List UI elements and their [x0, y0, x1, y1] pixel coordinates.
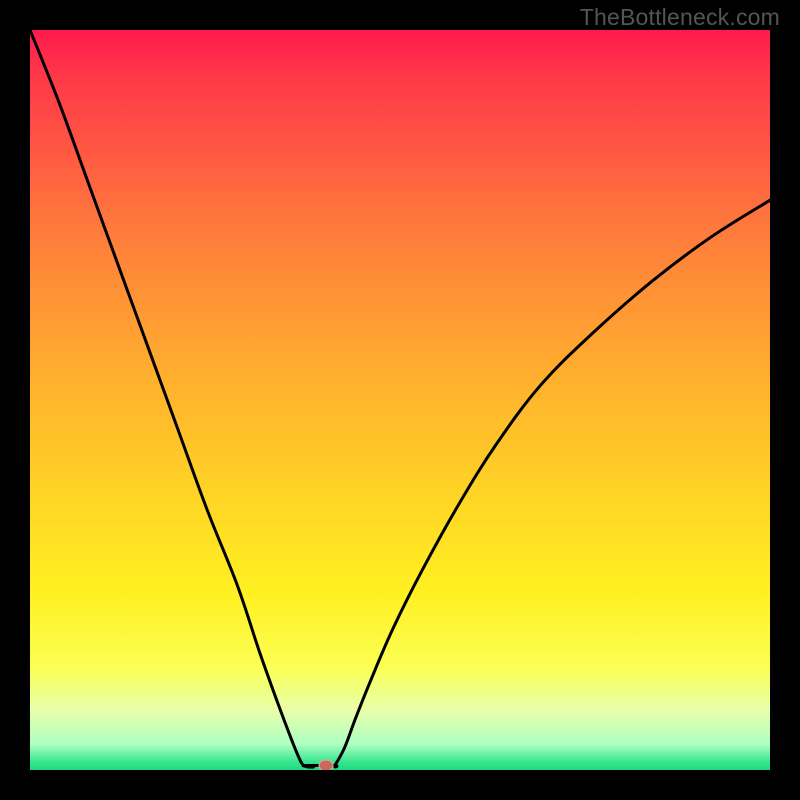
- curve-overlay: [30, 30, 770, 770]
- marker-dot: [319, 760, 333, 770]
- plot-area: [30, 30, 770, 770]
- watermark-text: TheBottleneck.com: [580, 4, 780, 31]
- bottleneck-curve: [30, 30, 770, 767]
- chart-frame: TheBottleneck.com: [0, 0, 800, 800]
